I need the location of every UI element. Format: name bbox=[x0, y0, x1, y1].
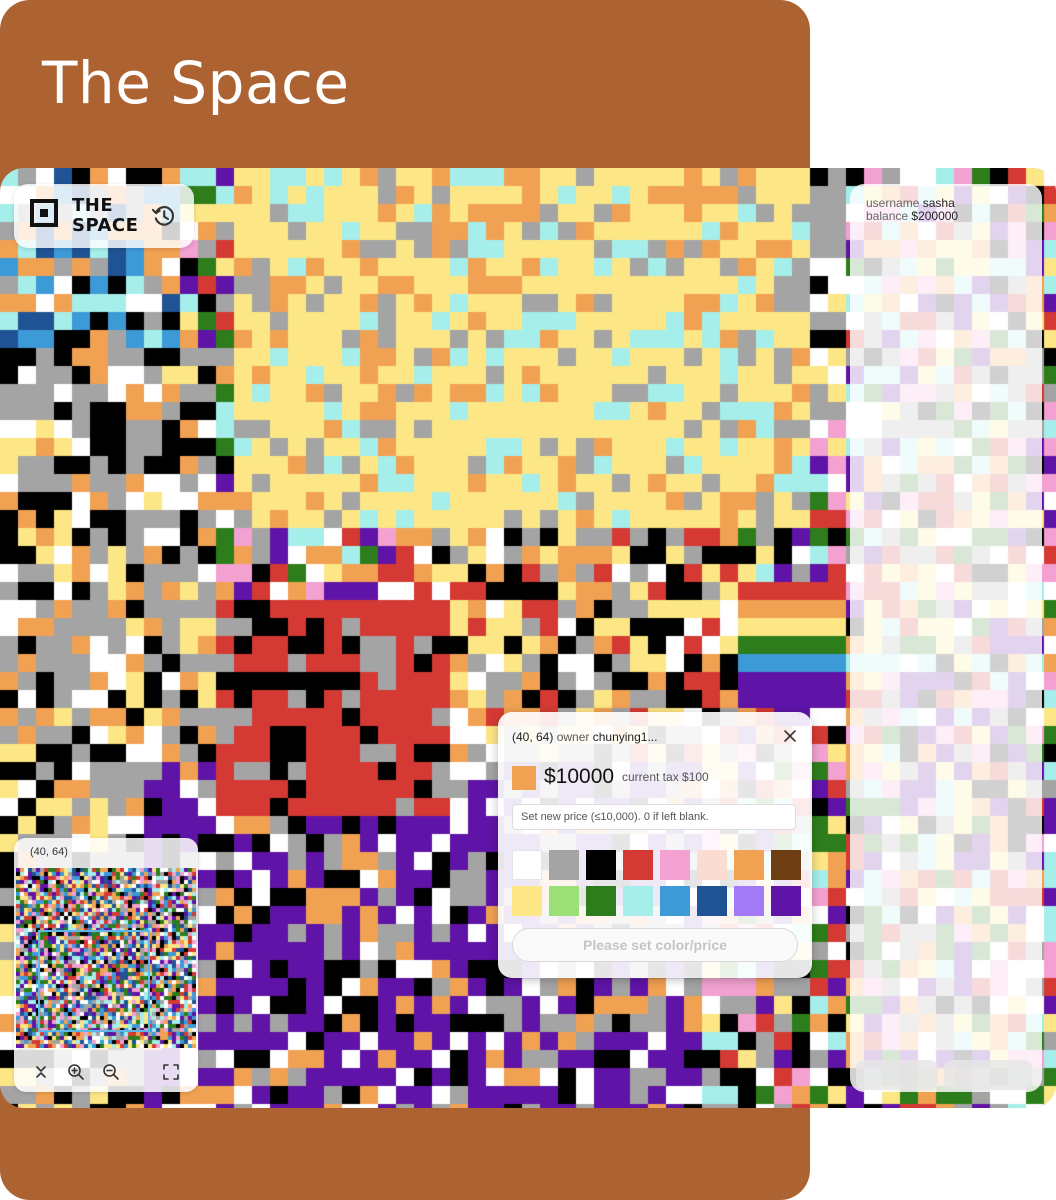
minimap-coords: (40, 64) bbox=[30, 846, 68, 858]
collapse-icon[interactable] bbox=[31, 1062, 51, 1082]
panel-action-button-left[interactable] bbox=[856, 1060, 938, 1090]
owner-label: owner bbox=[556, 730, 590, 744]
pixel-board[interactable]: THE SPACE username sasha balance $200000… bbox=[0, 168, 1056, 1108]
close-icon[interactable] bbox=[780, 726, 800, 746]
balance-row: balance $200000 bbox=[866, 209, 958, 223]
logo-text: THE SPACE bbox=[72, 196, 138, 236]
username-row: username sasha bbox=[866, 196, 955, 210]
pixel-popup: (40, 64) owner chunying1... $10000 curre… bbox=[498, 712, 812, 978]
palette-swatch[interactable] bbox=[734, 850, 764, 880]
logo-icon bbox=[30, 199, 58, 227]
palette-swatch[interactable] bbox=[771, 850, 801, 880]
pixel-price: $10000 bbox=[544, 765, 615, 788]
palette-swatch[interactable] bbox=[623, 850, 653, 880]
palette-swatch[interactable] bbox=[549, 850, 579, 880]
logo-bar: THE SPACE bbox=[14, 184, 194, 248]
palette-swatch[interactable] bbox=[512, 850, 542, 880]
fullscreen-icon[interactable] bbox=[161, 1062, 181, 1082]
palette-swatch[interactable] bbox=[549, 886, 579, 916]
minimap: (40, 64) bbox=[14, 838, 198, 1092]
palette-swatch[interactable] bbox=[512, 886, 542, 916]
set-color-price-button[interactable]: Please set color/price bbox=[512, 928, 798, 962]
palette-swatch[interactable] bbox=[771, 886, 801, 916]
palette-swatch[interactable] bbox=[623, 886, 653, 916]
minimap-viewport[interactable] bbox=[38, 930, 150, 1032]
new-price-input[interactable] bbox=[512, 804, 796, 830]
palette-swatch[interactable] bbox=[734, 886, 764, 916]
balance-value: $200000 bbox=[911, 209, 959, 223]
palette-swatch[interactable] bbox=[697, 886, 727, 916]
zoom-in-icon[interactable] bbox=[66, 1062, 86, 1082]
logo-line-2: SPACE bbox=[72, 215, 139, 236]
owner-name: chunying1... bbox=[592, 730, 658, 744]
palette-swatch[interactable] bbox=[660, 886, 690, 916]
tax-text: current tax $100 bbox=[622, 770, 709, 784]
balance-label: balance bbox=[866, 209, 909, 223]
username-label: username bbox=[866, 196, 920, 210]
palette-swatch[interactable] bbox=[697, 850, 727, 880]
palette-swatch[interactable] bbox=[660, 850, 690, 880]
panel-action-button-right[interactable] bbox=[944, 1060, 1032, 1090]
account-panel: username sasha balance $200000 bbox=[850, 184, 1042, 1092]
pixel-coords: (40, 64) bbox=[512, 730, 554, 744]
palette-swatch[interactable] bbox=[586, 850, 616, 880]
popup-header: (40, 64) owner chunying1... bbox=[512, 730, 657, 744]
username-value: sasha bbox=[922, 196, 955, 210]
history-icon[interactable] bbox=[150, 202, 178, 230]
zoom-out-icon[interactable] bbox=[101, 1062, 121, 1082]
palette-swatch[interactable] bbox=[586, 886, 616, 916]
page-title: The Space bbox=[42, 49, 350, 117]
current-color-swatch bbox=[512, 766, 536, 790]
logo-line-1: THE bbox=[72, 195, 114, 216]
